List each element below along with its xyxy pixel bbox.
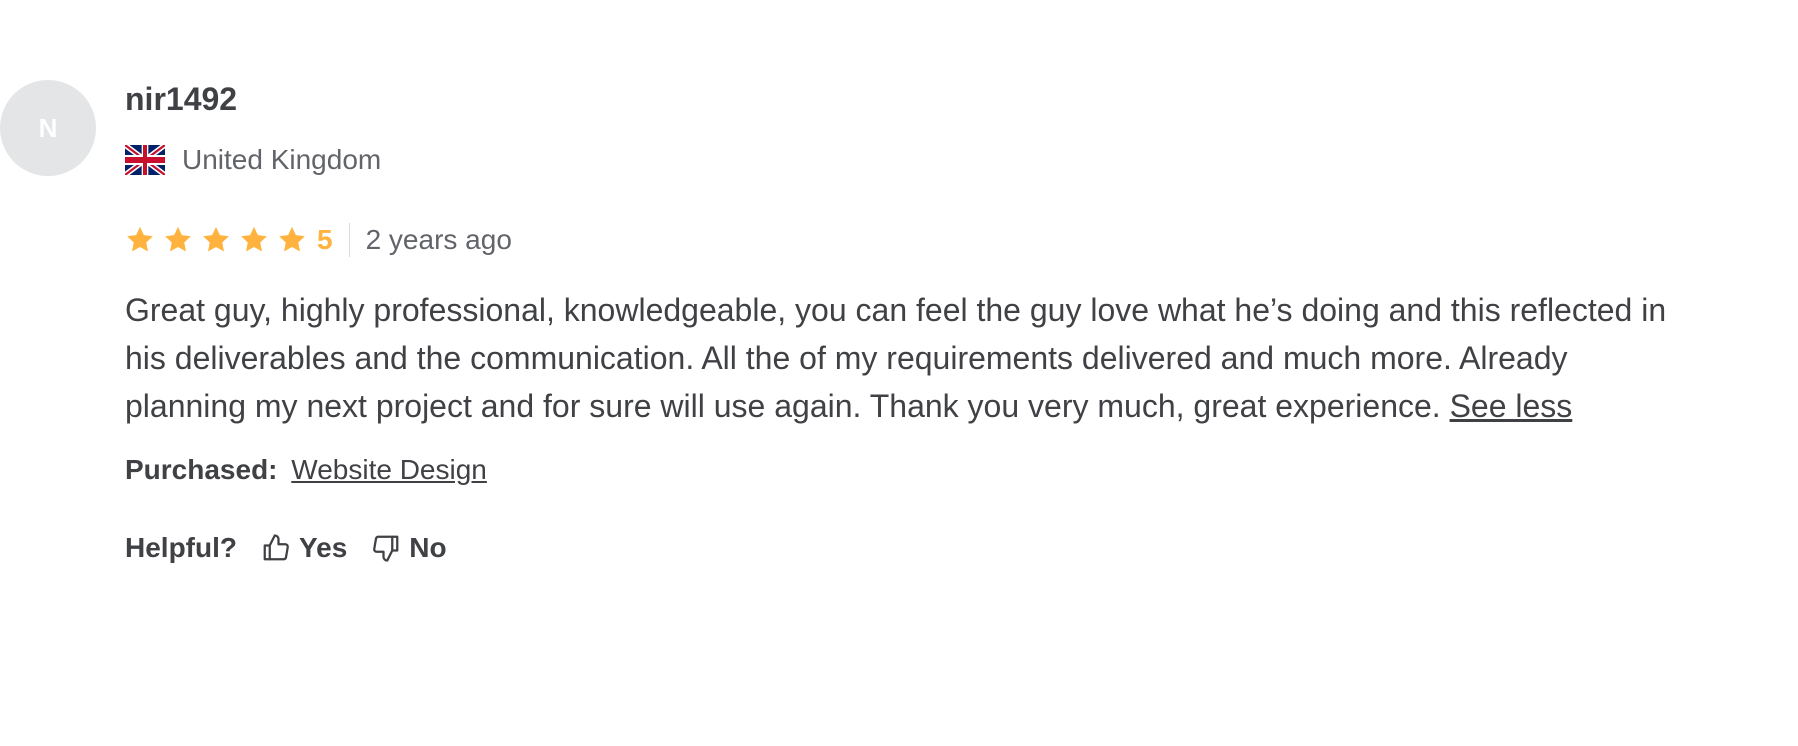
rating-divider — [348, 223, 350, 257]
review-time: 2 years ago — [365, 224, 512, 255]
purchased-label: Purchased: — [125, 454, 278, 485]
purchased-item-link[interactable]: Website Design — [291, 454, 487, 485]
purchased-row: Purchased: Website Design — [125, 452, 1685, 488]
reviewer-country: United Kingdom — [125, 142, 1685, 178]
rating-value: 5 — [317, 224, 333, 255]
avatar-initial: N — [38, 112, 58, 143]
helpful-row: Helpful? Yes No — [125, 530, 1685, 566]
helpful-no-label: No — [409, 532, 447, 563]
helpful-no-button[interactable]: No — [371, 532, 447, 564]
star-icon — [203, 226, 229, 252]
star-rating — [125, 225, 315, 255]
thumbs-down-icon — [373, 535, 399, 562]
avatar[interactable]: N — [0, 80, 96, 176]
thumbs-up-icon — [263, 534, 289, 561]
see-less-link[interactable]: See less — [1450, 388, 1573, 424]
country-name: United Kingdom — [182, 144, 382, 175]
helpful-label: Helpful? — [125, 532, 237, 563]
star-icon — [279, 226, 305, 252]
uk-flag-icon — [125, 145, 165, 175]
rating-row: 5 2 years ago — [125, 222, 1685, 258]
helpful-yes-label: Yes — [299, 532, 348, 563]
review-text: Great guy, highly professional, knowledg… — [125, 286, 1685, 430]
star-icon — [127, 226, 153, 252]
review-content: nir1492 United Kingdom 5 2 years ago Gre… — [125, 80, 1685, 566]
review-body: Great guy, highly professional, knowledg… — [125, 292, 1667, 424]
helpful-yes-button[interactable]: Yes — [261, 532, 347, 564]
star-icon — [241, 226, 267, 252]
star-icon — [165, 226, 191, 252]
reviewer-username[interactable]: nir1492 — [125, 80, 1685, 118]
